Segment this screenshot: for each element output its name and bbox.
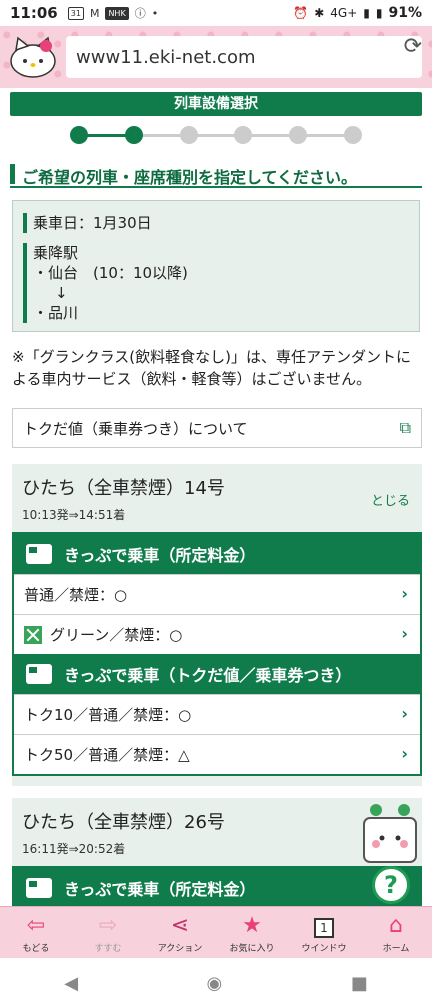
browser-toolbar: www11.eki-net.com ⟳	[0, 26, 432, 88]
android-navbar: ◀ ◉ ■	[0, 958, 432, 1008]
nav-back-icon[interactable]: ◀	[64, 973, 78, 994]
train-name: ひたち（全車禁煙）14号	[22, 478, 225, 499]
seat-options: きっぷで乗車（所定料金）	[12, 866, 422, 906]
page-title: ご希望の列車・座席種別を指定してください。	[10, 158, 422, 188]
external-link-icon: ⧉	[399, 418, 411, 437]
window-icon: 1	[314, 913, 334, 939]
seat-option-row[interactable]: グリーン／禁煙：○ ›	[14, 614, 420, 654]
mascot-icon	[363, 804, 417, 863]
section-heading-regular: きっぷで乗車（所定料金）	[14, 868, 420, 906]
chevron-right-icon: ›	[401, 584, 408, 603]
bluetooth-icon: ✱	[314, 6, 325, 20]
star-icon: ★	[242, 913, 262, 938]
alarm-icon: ⏰	[293, 6, 309, 20]
toku-info-link[interactable]: トクだ値（乗車券つき）について ⧉	[12, 408, 422, 448]
step-dot	[179, 126, 198, 144]
back-arrow-icon: ⇦	[26, 913, 46, 938]
nhk-icon: NHK	[105, 6, 129, 20]
signal-icon: ▮	[363, 6, 370, 20]
seat-option-row[interactable]: 普通／禁煙：○ ›	[14, 574, 420, 614]
ride-info-box: 乗車日：1月30日 乗降駅 ・仙台 (10：10以降) ↓ ・品川	[12, 200, 420, 332]
step-dot	[289, 126, 308, 144]
title-text: ご希望の列車・座席種別を指定してください。	[22, 168, 358, 187]
favorites-label: お気に入り	[229, 944, 275, 954]
forward-button[interactable]: ⇨ すすむ	[72, 907, 144, 958]
status-time: 11:06	[10, 4, 58, 22]
seat-option-row[interactable]: トク50／普通／禁煙：△ ›	[14, 734, 420, 774]
chevron-right-icon: ›	[401, 744, 408, 763]
battery-level: 91%	[388, 5, 422, 21]
action-button[interactable]: ⋖ アクション	[144, 907, 216, 958]
seat-option-label: 普通／禁煙：○	[24, 586, 128, 604]
close-button[interactable]: とじる	[371, 490, 410, 509]
section-heading-regular: きっぷで乗車（所定料金）	[14, 534, 420, 574]
section-heading-label: きっぷで乗車（トクだ値／乗車券つき）	[64, 666, 352, 685]
title-accent	[10, 164, 15, 184]
home-icon: ⌂	[389, 913, 403, 938]
step-dot	[234, 126, 253, 144]
step-dot	[344, 126, 362, 144]
section-heading-label: きっぷで乗車（所定料金）	[64, 546, 256, 565]
ticket-icon	[26, 878, 52, 898]
nav-home-icon[interactable]: ◉	[207, 973, 223, 994]
step-dot	[70, 126, 88, 144]
notice-text: ※「グランクラス(飲料軽食なし)」は、専任アテンダントによる車内サービス（飲料・…	[12, 348, 411, 388]
info-icon: ⓘ	[134, 7, 146, 20]
url-text: www11.eki-net.com	[76, 46, 256, 68]
chevron-right-icon: ›	[401, 624, 408, 643]
step-indicator	[70, 124, 362, 146]
window-count: 1	[314, 918, 334, 938]
train-time: 10:13発⇒14:51着	[22, 508, 126, 522]
train-card-14: ひたち（全車禁煙）14号 10:13発⇒14:51着 とじる きっぷで乗車（所定…	[12, 464, 422, 786]
action-label: アクション	[157, 944, 203, 954]
notification-icons: 31 M NHK ⓘ •	[67, 5, 159, 21]
step-dot	[124, 126, 143, 144]
back-label: もどる	[22, 944, 50, 954]
back-button[interactable]: ⇦ もどる	[0, 907, 72, 958]
help-button[interactable]: ?	[372, 866, 410, 904]
home-label: ホーム	[382, 944, 410, 954]
seat-option-label: グリーン／禁煙：○	[50, 626, 183, 644]
calendar-icon: 31	[67, 6, 84, 20]
reload-icon[interactable]: ⟳	[404, 34, 422, 59]
chevron-right-icon: ›	[401, 704, 408, 723]
home-button[interactable]: ⌂ ホーム	[360, 907, 432, 958]
dot-icon: •	[151, 6, 159, 20]
train-time: 16:11発⇒20:52着	[22, 842, 126, 856]
to-station: ・品川	[33, 304, 79, 322]
direction-arrow: ↓	[55, 284, 68, 302]
battery-icon: ▮	[375, 6, 383, 20]
section-heading-toku: きっぷで乗車（トクだ値／乗車券つき）	[14, 654, 420, 694]
status-bar: 11:06 31 M NHK ⓘ • ⏰ ✱ 4G+ ▮ ▮ 91%	[0, 0, 432, 26]
from-station: ・仙台 (10：10以降)	[33, 264, 188, 282]
ride-date: 乗車日：1月30日	[23, 213, 152, 233]
nav-recents-icon[interactable]: ■	[351, 973, 368, 994]
network-label: 4G+	[330, 6, 358, 20]
favorites-button[interactable]: ★ お気に入り	[216, 907, 288, 958]
stations-block: 乗降駅 ・仙台 (10：10以降) ↓ ・品川	[23, 243, 188, 323]
bottom-toolbar: ⇦ もどる ⇨ すすむ ⋖ アクション ★ お気に入り 1 ウインドウ ⌂ ホー…	[0, 906, 432, 958]
url-field[interactable]: www11.eki-net.com	[66, 36, 422, 78]
window-label: ウインドウ	[301, 944, 347, 954]
green-car-icon	[24, 625, 42, 644]
train-name: ひたち（全車禁煙）26号	[22, 812, 225, 833]
seat-option-row[interactable]: トク10／普通／禁煙：○ ›	[14, 694, 420, 734]
stations-label: 乗降駅	[33, 244, 79, 262]
forward-arrow-icon: ⇨	[98, 913, 118, 938]
window-button[interactable]: 1 ウインドウ	[288, 907, 360, 958]
seat-option-label: トク50／普通／禁煙：△	[24, 746, 190, 764]
forward-label: すすむ	[94, 944, 122, 954]
gmail-icon: M	[89, 6, 100, 20]
seat-options: きっぷで乗車（所定料金） 普通／禁煙：○ › グリーン／禁煙：○ › きっぷで乗…	[12, 532, 422, 776]
ticket-icon	[26, 664, 52, 684]
toku-link-label: トクだ値（乗車券つき）について	[23, 419, 248, 438]
section-heading-label: きっぷで乗車（所定料金）	[64, 880, 256, 899]
page-header: 列車設備選択	[10, 92, 422, 116]
ticket-icon	[26, 544, 52, 564]
share-icon: ⋖	[170, 913, 190, 938]
hello-kitty-icon	[10, 36, 56, 78]
seat-option-label: トク10／普通／禁煙：○	[24, 706, 192, 724]
